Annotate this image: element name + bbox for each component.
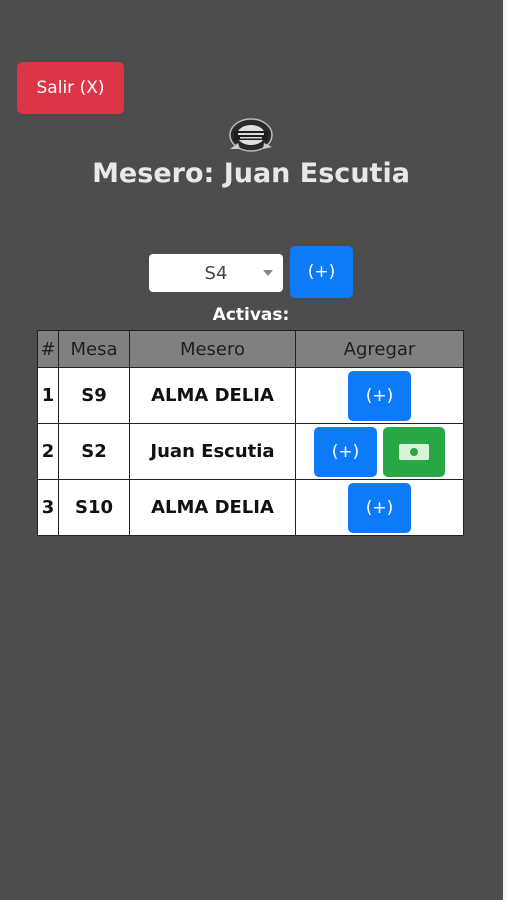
row-number: 1: [37, 367, 59, 424]
table-row: 3 S10 ALMA DELIA (+): [37, 479, 464, 536]
row-actions: (+): [295, 367, 464, 424]
active-tables-table: # Mesa Mesero Agregar 1 S9 ALMA DELIA (+…: [37, 330, 464, 536]
row-mesa: S9: [58, 367, 130, 424]
scrollbar[interactable]: [503, 0, 507, 900]
table-select[interactable]: S4: [149, 254, 283, 292]
table-row: 1 S9 ALMA DELIA (+): [37, 367, 464, 424]
row-actions: (+): [295, 479, 464, 536]
column-header-number: #: [37, 330, 59, 368]
row-mesero: ALMA DELIA: [129, 367, 296, 424]
row-mesa: S10: [58, 479, 130, 536]
add-order-button[interactable]: (+): [348, 482, 411, 533]
add-order-button[interactable]: (+): [314, 426, 377, 477]
table-select-value: S4: [204, 262, 228, 284]
restaurant-logo: [229, 118, 273, 152]
column-header-mesa: Mesa: [58, 330, 130, 368]
row-mesa: S2: [58, 423, 130, 480]
column-header-mesero: Mesero: [129, 330, 296, 368]
add-table-button[interactable]: (+): [290, 246, 353, 298]
column-header-agregar: Agregar: [295, 330, 464, 368]
cash-icon: [399, 443, 429, 460]
row-mesero: ALMA DELIA: [129, 479, 296, 536]
row-mesero: Juan Escutia: [129, 423, 296, 480]
logout-button[interactable]: Salir (X): [17, 62, 124, 114]
page-title: Mesero: Juan Escutia: [92, 158, 410, 189]
row-number: 3: [37, 479, 59, 536]
pay-button[interactable]: [383, 426, 445, 477]
add-order-button[interactable]: (+): [348, 370, 411, 421]
row-actions: (+): [295, 423, 464, 480]
table-row: 2 S2 Juan Escutia (+): [37, 423, 464, 480]
row-number: 2: [37, 423, 59, 480]
active-section-label: Activas:: [212, 305, 290, 325]
chevron-down-icon: [263, 270, 273, 276]
